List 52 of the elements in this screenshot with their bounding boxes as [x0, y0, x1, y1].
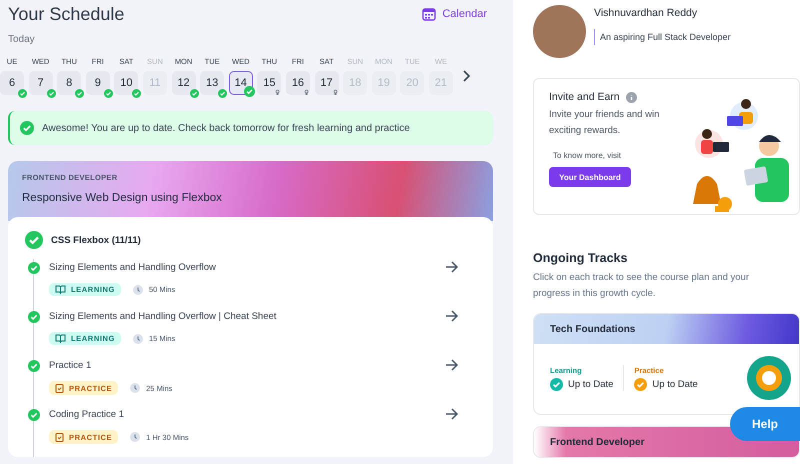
book-icon — [55, 285, 66, 294]
date-tile[interactable]: 17 — [314, 71, 339, 95]
lesson-title[interactable]: Practice 1 — [49, 360, 92, 370]
arrow-right-icon[interactable] — [445, 359, 459, 371]
clock-icon — [130, 432, 140, 442]
calendar-icon — [422, 7, 436, 21]
chevron-right-icon[interactable] — [460, 69, 471, 83]
date-tile[interactable]: 15 — [257, 71, 282, 95]
date-tile[interactable]: 6 — [0, 71, 24, 95]
clock-icon — [132, 284, 143, 294]
invite-description: Invite your friends and win exciting rewards. — [549, 108, 660, 138]
track-name: Tech Foundations — [550, 324, 636, 334]
dashboard-button[interactable]: Your Dashboard — [549, 167, 631, 187]
practice-status: Up to Date — [652, 378, 698, 390]
date-tile[interactable]: 14 — [228, 71, 253, 95]
calendar-link[interactable]: Calendar — [422, 7, 487, 21]
invite-hint: To know more, visit — [553, 151, 622, 160]
clock-icon — [132, 334, 143, 344]
help-chat-popup[interactable]: Help — [730, 407, 800, 441]
today-label: Today — [8, 34, 36, 45]
date-tile[interactable]: 9 — [86, 71, 110, 95]
date-tile[interactable]: 8 — [57, 71, 82, 95]
clock-icon — [130, 383, 140, 393]
arrow-right-icon[interactable] — [445, 261, 459, 273]
section-title: Ongoing Tracks — [533, 251, 628, 265]
user-name: Vishnuvardhan Reddy — [594, 7, 698, 19]
user-tagline: An aspiring Full Stack Developer — [594, 29, 731, 45]
course-title: Responsive Web Design using Flexbox — [22, 192, 223, 204]
topic-title: CSS Flexbox (11/11) — [51, 234, 141, 246]
arrow-right-icon[interactable] — [445, 408, 459, 420]
arrow-right-icon[interactable] — [445, 310, 459, 322]
book-icon — [55, 334, 66, 343]
progress-ring-icon — [747, 356, 791, 400]
page-title: Your Schedule — [8, 4, 124, 24]
lesson-title[interactable]: Coding Practice 1 — [49, 408, 124, 420]
clipboard-icon — [55, 432, 64, 442]
track-name: Frontend Developer — [550, 436, 644, 448]
date-tile[interactable]: 13 — [200, 71, 224, 95]
learning-status: Up to Date — [568, 378, 614, 390]
success-message: Awesome! You are up to date. Check back tomorrow for fresh learning and practice — [42, 122, 410, 134]
date-tile[interactable]: 7 — [28, 71, 53, 95]
invite-title: Invite and Earn — [549, 91, 620, 103]
date-tile[interactable]: 12 — [172, 71, 196, 95]
lesson-title[interactable]: Sizing Elements and Handling Overflow — [49, 262, 216, 272]
date-tile[interactable]: 16 — [286, 71, 310, 95]
check-icon — [550, 378, 563, 390]
lesson-title[interactable]: Sizing Elements and Handling Overflow | Cheat Sheet — [49, 310, 276, 322]
section-description: Click on each track to see the course plan and your progress in this growth cycle. — [533, 271, 750, 301]
check-icon — [20, 121, 34, 135]
check-icon — [634, 378, 648, 390]
date-tile[interactable]: 10 — [114, 71, 138, 95]
clipboard-icon — [55, 383, 64, 393]
